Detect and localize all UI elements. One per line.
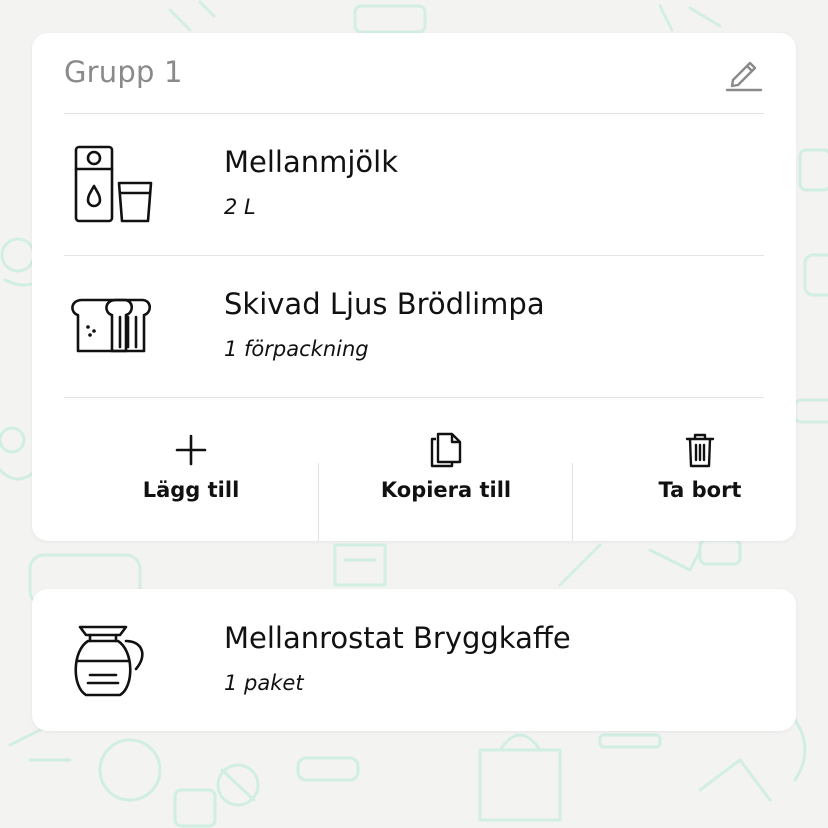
milk-carton-glass-icon <box>64 113 164 255</box>
coffee-pot-icon <box>64 589 164 731</box>
group-header: Grupp 1 <box>64 33 764 114</box>
delete-button[interactable]: Ta bort <box>573 398 827 541</box>
group-title: Grupp 1 <box>64 55 183 89</box>
group-card: Grupp 1 Mellanmjölk 2 L Skivad Ljus Bröd… <box>32 33 796 541</box>
item-quantity: 2 L <box>224 195 256 219</box>
copy-to-button-label: Kopiera till <box>380 478 512 502</box>
edit-group-button[interactable] <box>724 53 764 93</box>
item-name: Skivad Ljus Brödlimpa <box>224 287 545 321</box>
add-button[interactable]: Lägg till <box>64 398 318 541</box>
pencil-icon <box>725 61 763 92</box>
add-button-label: Lägg till <box>142 478 240 502</box>
trash-icon <box>685 433 715 468</box>
list-item[interactable]: Mellanrostat Bryggkaffe 1 paket <box>64 589 764 731</box>
sliced-bread-icon <box>64 255 164 397</box>
list-item[interactable]: Skivad Ljus Brödlimpa 1 förpackning <box>64 255 764 398</box>
delete-button-label: Ta bort <box>658 478 742 502</box>
item-quantity: 1 förpackning <box>224 337 369 361</box>
item-quantity: 1 paket <box>224 671 304 695</box>
copy-to-button[interactable]: Kopiera till <box>319 398 573 541</box>
group-actions: Lägg till Kopiera till Ta bort <box>64 398 764 541</box>
item-name: Mellanmjölk <box>224 145 399 179</box>
copy-icon <box>430 432 462 468</box>
plus-icon <box>175 434 207 466</box>
item-name: Mellanrostat Bryggkaffe <box>224 621 571 655</box>
item-card[interactable]: Mellanrostat Bryggkaffe 1 paket <box>32 589 796 731</box>
list-item[interactable]: Mellanmjölk 2 L <box>64 113 764 256</box>
